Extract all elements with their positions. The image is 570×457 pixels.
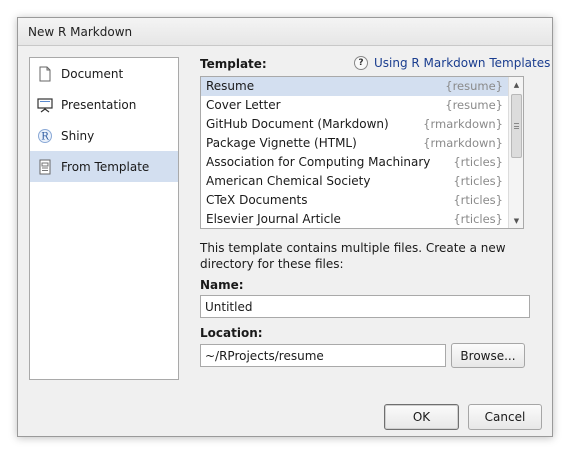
sidebar-item-presentation[interactable]: Presentation	[30, 89, 178, 120]
scroll-thumb[interactable]	[511, 94, 522, 158]
template-name: Association for Computing Machinary	[206, 155, 431, 169]
list-item[interactable]: GitHub Document (Markdown) {rmarkdown}	[201, 115, 508, 134]
template-name: CTeX Documents	[206, 193, 308, 207]
svg-text:R: R	[41, 131, 49, 142]
sidebar-item-document[interactable]: Document	[30, 58, 178, 89]
template-icon	[37, 159, 53, 175]
list-item[interactable]: Package Vignette (HTML) {rmarkdown}	[201, 134, 508, 153]
template-description: This template contains multiple files. C…	[200, 241, 506, 271]
help-link-text: Using R Markdown Templates	[374, 56, 551, 70]
template-package: {rticles}	[453, 212, 503, 226]
dialog-title: New R Markdown	[18, 18, 552, 46]
name-input[interactable]	[200, 295, 530, 318]
template-name: Package Vignette (HTML)	[206, 136, 357, 150]
list-item[interactable]: Cover Letter {resume}	[201, 96, 508, 115]
list-item[interactable]: CTeX Documents {rticles}	[201, 191, 508, 210]
template-package: {resume}	[445, 79, 503, 93]
scroll-up-icon[interactable]: ▲	[509, 78, 523, 91]
template-package: {rmarkdown}	[423, 136, 503, 150]
template-list-scrollbar[interactable]: ▲ ▼	[508, 77, 523, 228]
scroll-down-icon[interactable]: ▼	[509, 214, 523, 227]
sidebar-item-shiny[interactable]: R Shiny	[30, 120, 178, 151]
list-item[interactable]: Resume {resume}	[201, 77, 508, 96]
name-label: Name:	[200, 278, 244, 292]
location-label: Location:	[200, 326, 263, 340]
template-name: Elsevier Journal Article	[206, 212, 341, 226]
location-input[interactable]	[200, 344, 446, 367]
template-package: {resume}	[445, 98, 503, 112]
sidebar-item-label: Shiny	[61, 128, 95, 143]
cancel-button[interactable]: Cancel	[468, 404, 542, 430]
list-item[interactable]: American Chemical Society {rticles}	[201, 172, 508, 191]
document-icon	[37, 66, 53, 82]
browse-button[interactable]: Browse...	[451, 343, 525, 368]
template-name: American Chemical Society	[206, 174, 371, 188]
new-rmarkdown-dialog: New R Markdown Document Presentation R S…	[17, 17, 553, 437]
template-package: {rticles}	[453, 174, 503, 188]
sidebar-item-label: Presentation	[61, 97, 137, 112]
sidebar-item-label: From Template	[61, 159, 150, 174]
help-icon: ?	[354, 56, 368, 70]
template-label: Template:	[200, 57, 267, 71]
grip-icon	[514, 123, 519, 129]
sidebar-item-from-template[interactable]: From Template	[30, 151, 178, 182]
template-package: {rmarkdown}	[423, 117, 503, 131]
template-name: Resume	[206, 79, 255, 93]
help-link[interactable]: ? Using R Markdown Templates	[354, 56, 550, 70]
template-name: Cover Letter	[206, 98, 281, 112]
sidebar-item-label: Document	[61, 66, 124, 81]
shiny-icon: R	[37, 128, 53, 144]
template-list: Resume {resume} Cover Letter {resume} Gi…	[200, 76, 524, 229]
list-item[interactable]: Association for Computing Machinary {rti…	[201, 153, 508, 172]
template-package: {rticles}	[453, 193, 503, 207]
template-package: {rticles}	[453, 155, 503, 169]
list-item[interactable]: Elsevier Journal Article {rticles}	[201, 210, 508, 228]
presentation-icon	[37, 97, 53, 113]
template-name: GitHub Document (Markdown)	[206, 117, 389, 131]
ok-button[interactable]: OK	[384, 404, 459, 430]
format-sidebar: Document Presentation R Shiny From Templ…	[29, 57, 179, 380]
